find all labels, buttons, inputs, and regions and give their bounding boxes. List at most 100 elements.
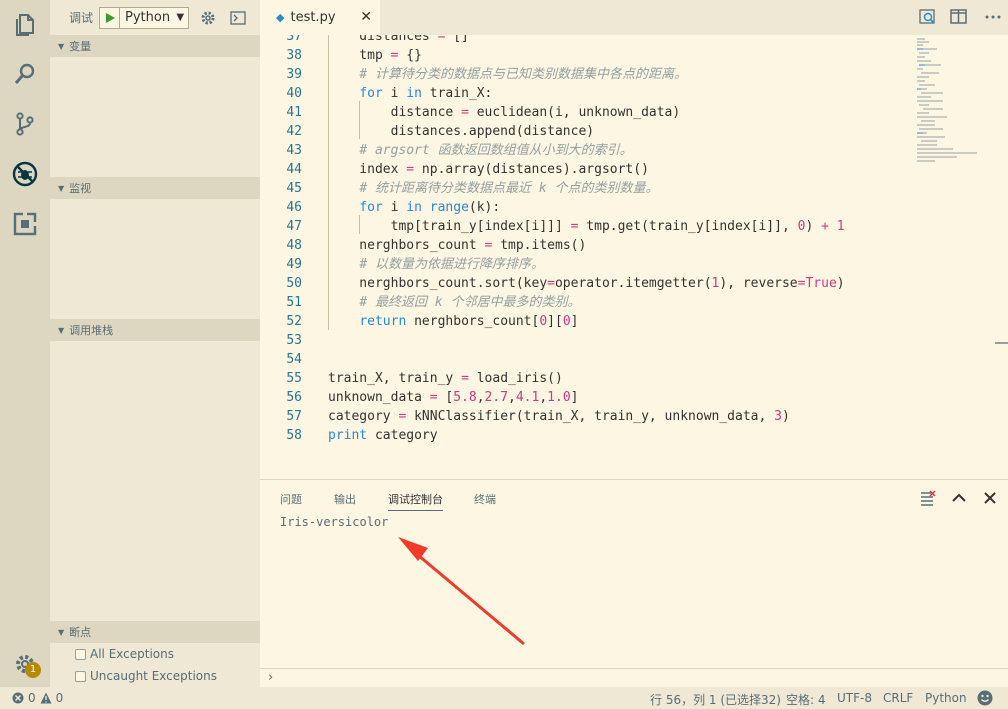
code-line[interactable]: 50 nerghbors_count.sort(key=operator.ite…: [260, 274, 920, 293]
debug-console-icon[interactable]: [227, 7, 249, 29]
code-line[interactable]: 51 # 最终返回 k 个邻居中最多的类别。: [260, 293, 920, 312]
code-line[interactable]: 48 nerghbors_count = tmp.items(): [260, 236, 920, 255]
code-line[interactable]: 44 index = np.array(distances).argsort(): [260, 160, 920, 179]
call-stack-section-title: 调用堆栈: [69, 324, 114, 337]
code-line[interactable]: 40 for i in train_X:: [260, 84, 920, 103]
line-number: 44: [286, 162, 302, 177]
line-number: 41: [286, 105, 302, 120]
open-changes-icon[interactable]: [919, 8, 937, 26]
eol-status[interactable]: CRLF: [883, 691, 913, 705]
code-line[interactable]: 52 return nerghbors_count[0][0]: [260, 312, 920, 331]
cursor-position[interactable]: 行 56，列 1 (已选择32): [650, 691, 781, 708]
split-editor-icon[interactable]: [950, 8, 968, 26]
debug-settings-gear-icon[interactable]: [197, 7, 219, 29]
breakpoint-all-exceptions[interactable]: All Exceptions: [75, 647, 174, 661]
code-line[interactable]: 49 # 以数量为依据进行降序排序。: [260, 255, 920, 274]
line-number: 43: [286, 143, 302, 158]
dropdown-arrow-icon: ▼: [176, 12, 185, 23]
search-icon[interactable]: [11, 60, 39, 88]
line-number: 55: [286, 371, 302, 386]
debug-repl-input[interactable]: ›: [260, 668, 1008, 688]
code-line[interactable]: 43 # argsort 函数返回数组值从小到大的索引。: [260, 141, 920, 160]
files-icon[interactable]: [11, 10, 39, 38]
call-stack-section-header[interactable]: ▼ 调用堆栈: [50, 319, 260, 341]
line-number: 40: [286, 86, 302, 101]
chevron-down-icon: ▼: [58, 41, 65, 51]
code-line[interactable]: 46 for i in range(k):: [260, 198, 920, 217]
tab-test-py[interactable]: ◆ test.py ✕: [260, 0, 380, 35]
debug-icon[interactable]: [11, 160, 39, 188]
settings-badge: 1: [25, 662, 41, 678]
line-number: 53: [286, 333, 302, 348]
breakpoints-section-title: 断点: [69, 626, 92, 639]
debug-sidebar: 调试 Python ▼ ▼ 变量 ▼ 监视 ▼ 调用堆栈 ▼ 断点 All Ex…: [50, 0, 260, 687]
tab-output[interactable]: 输出: [334, 491, 356, 507]
code-line[interactable]: 41 distance = euclidean(i, unknown_data): [260, 103, 920, 122]
code-line[interactable]: 37 distances = []: [260, 35, 920, 46]
breakpoint-uncaught-exceptions[interactable]: Uncaught Exceptions: [75, 669, 217, 683]
minimap[interactable]: [915, 35, 1005, 165]
code-text: tmp = {}: [328, 48, 422, 63]
debug-toolbar: 调试 Python ▼: [50, 0, 260, 35]
breakpoint-label: All Exceptions: [90, 647, 174, 661]
code-line[interactable]: 56 unknown_data = [5.8,2.7,4.1,1.0]: [260, 388, 920, 407]
line-number: 46: [286, 200, 302, 215]
maximize-panel-icon[interactable]: [951, 490, 967, 506]
variables-section-header[interactable]: ▼ 变量: [50, 35, 260, 57]
code-text: print category: [328, 428, 438, 443]
code-line[interactable]: 53: [260, 331, 920, 350]
code-text: # 计算待分类的数据点与已知类别数据集中各点的距离。: [359, 67, 687, 82]
debug-config-select[interactable]: Python ▼: [120, 8, 188, 28]
code-text: nerghbors_count.sort(key=operator.itemge…: [328, 276, 845, 291]
code-line[interactable]: 42 distances.append(distance): [260, 122, 920, 141]
checkbox-icon[interactable]: [75, 670, 86, 682]
line-number: 57: [286, 409, 302, 424]
close-icon[interactable]: ✕: [360, 9, 372, 25]
tab-problems[interactable]: 问题: [280, 491, 302, 507]
code-text: # 最终返回 k 个邻居中最多的类别。: [359, 295, 581, 310]
encoding-status[interactable]: UTF-8: [837, 691, 872, 705]
line-number: 58: [286, 428, 302, 443]
code-line[interactable]: 54: [260, 350, 920, 369]
checkbox-icon[interactable]: [75, 648, 86, 660]
line-number: 50: [286, 276, 302, 291]
warning-icon: [40, 692, 52, 704]
more-actions-icon[interactable]: [984, 8, 1002, 26]
source-control-icon[interactable]: [11, 110, 39, 138]
code-line[interactable]: 47 tmp[train_y[index[i]]] = tmp.get(trai…: [260, 217, 920, 236]
play-icon: [105, 12, 115, 23]
code-line[interactable]: 57 category = kNNClassifier(train_X, trai…: [260, 407, 920, 426]
code-editor[interactable]: 37 distances = [] 38 tmp = {} 39 # 计算待分类的数…: [260, 35, 1008, 479]
feedback-smiley-icon[interactable]: [977, 690, 993, 706]
overview-ruler-mark: [995, 342, 1008, 344]
watch-section-header[interactable]: ▼ 监视: [50, 177, 260, 199]
line-number: 37: [286, 35, 302, 44]
line-number: 52: [286, 314, 302, 329]
indentation-status[interactable]: 空格: 4: [786, 691, 826, 708]
code-line[interactable]: 55 train_X, train_y = load_iris(): [260, 369, 920, 388]
extensions-icon[interactable]: [11, 210, 39, 238]
code-text: nerghbors_count = tmp.items(): [328, 238, 587, 253]
clear-console-icon[interactable]: [920, 490, 936, 506]
code-text: train_X, train_y = load_iris(): [328, 371, 563, 386]
code-line[interactable]: 39 # 计算待分类的数据点与已知类别数据集中各点的距离。: [260, 65, 920, 84]
problems-status[interactable]: 0 0: [12, 691, 63, 705]
code-text: distances.append(distance): [328, 124, 595, 139]
editor-tab-bar: ◆ test.py ✕: [260, 0, 1008, 35]
chevron-down-icon: ▼: [58, 325, 65, 335]
start-debugging-button[interactable]: [100, 7, 121, 28]
code-text: index = np.array(distances).argsort(): [328, 162, 649, 177]
debug-view-title: 调试: [69, 11, 94, 25]
code-line[interactable]: 45 # 统计距离待分类数据点最近 k 个点的类别数量。: [260, 179, 920, 198]
breakpoints-section-header[interactable]: ▼ 断点: [50, 621, 260, 643]
line-number: 56: [286, 390, 302, 405]
tab-debug-console[interactable]: 调试控制台: [388, 491, 443, 511]
activity-bar: 1: [0, 0, 50, 687]
code-line[interactable]: 38 tmp = {}: [260, 46, 920, 65]
close-panel-icon[interactable]: [982, 490, 998, 506]
tab-terminal[interactable]: 终端: [474, 491, 496, 507]
code-line[interactable]: 58 print category: [260, 426, 920, 445]
line-number: 51: [286, 295, 302, 310]
language-mode[interactable]: Python: [925, 691, 967, 705]
line-number: 49: [286, 257, 302, 272]
